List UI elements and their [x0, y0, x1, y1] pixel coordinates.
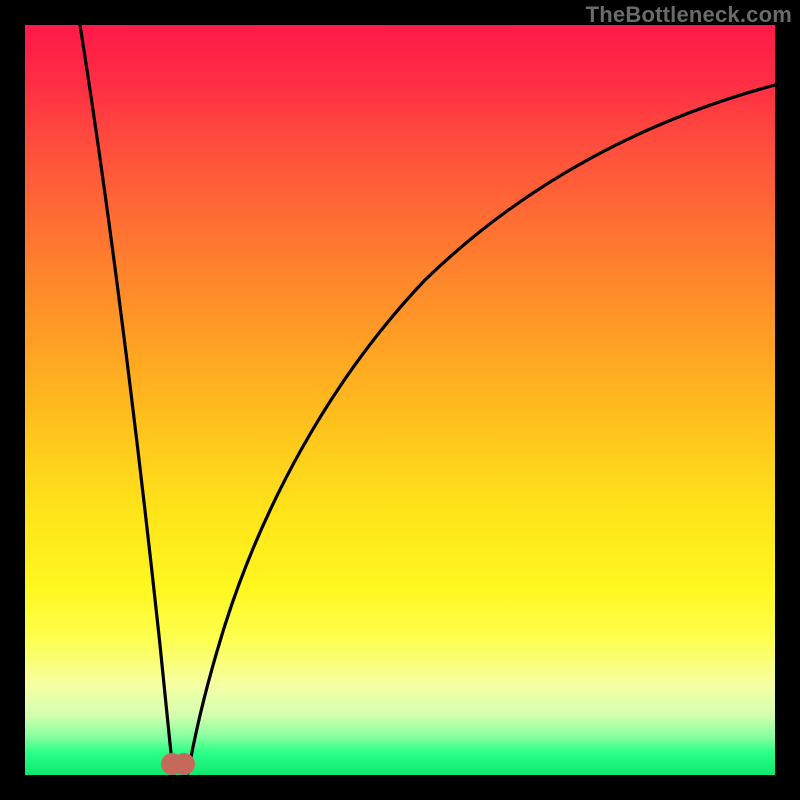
cusp-marker [161, 751, 195, 775]
curve-left-branch [80, 25, 173, 773]
watermark-text: TheBottleneck.com [586, 2, 792, 28]
plot-frame [25, 25, 775, 775]
bottleneck-curve [25, 25, 775, 775]
curve-right-branch [188, 85, 775, 773]
cusp-marker-right-lobe [173, 753, 195, 775]
